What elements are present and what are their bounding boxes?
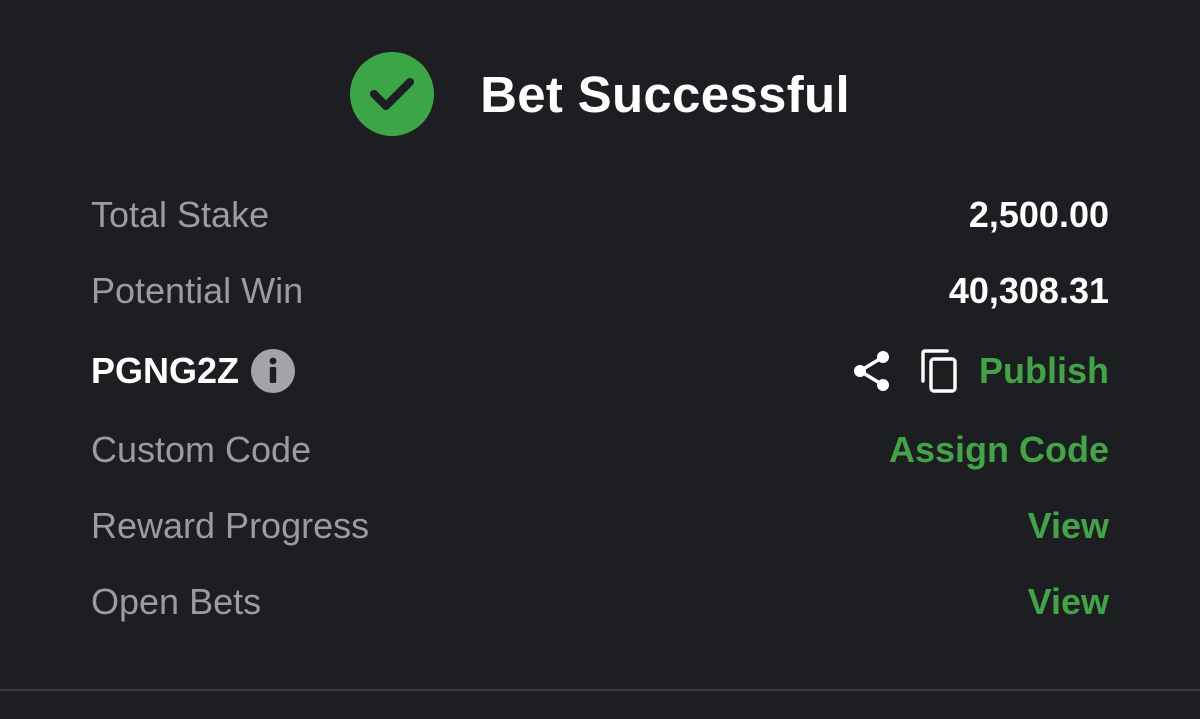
- page-title: Bet Successful: [480, 65, 850, 123]
- potential-win-value: 40,308.31: [948, 270, 1109, 311]
- custom-code-row: Custom Code Assign Code: [91, 420, 1109, 480]
- assign-code-button[interactable]: Assign Code: [889, 429, 1109, 471]
- potential-win-label: Potential Win: [91, 270, 304, 311]
- booking-code: PGNG2Z: [91, 350, 240, 391]
- custom-code-label: Custom Code: [91, 429, 312, 470]
- check-circle-icon: [350, 52, 435, 136]
- reward-progress-view-button[interactable]: View: [1028, 505, 1109, 547]
- total-stake-row: Total Stake 2,500.00: [91, 185, 1109, 245]
- open-bets-label: Open Bets: [91, 581, 262, 622]
- copy-icon[interactable]: [919, 348, 959, 394]
- share-icon[interactable]: [851, 349, 893, 393]
- total-stake-value: 2,500.00: [968, 194, 1109, 235]
- open-bets-view-button[interactable]: View: [1028, 581, 1109, 623]
- booking-code-row: PGNG2Z Publish: [91, 341, 1109, 401]
- booking-code-group: PGNG2Z: [91, 349, 296, 393]
- reward-progress-label: Reward Progress: [91, 505, 370, 546]
- bottom-divider: [0, 689, 1200, 691]
- open-bets-row: Open Bets View: [91, 572, 1109, 632]
- potential-win-row: Potential Win 40,308.31: [91, 261, 1109, 321]
- info-icon[interactable]: [251, 349, 296, 393]
- bet-success-header: Bet Successful: [0, 52, 1200, 136]
- booking-actions: Publish: [851, 348, 1109, 394]
- publish-button[interactable]: Publish: [979, 350, 1109, 392]
- reward-progress-row: Reward Progress View: [91, 496, 1109, 556]
- total-stake-label: Total Stake: [91, 194, 270, 235]
